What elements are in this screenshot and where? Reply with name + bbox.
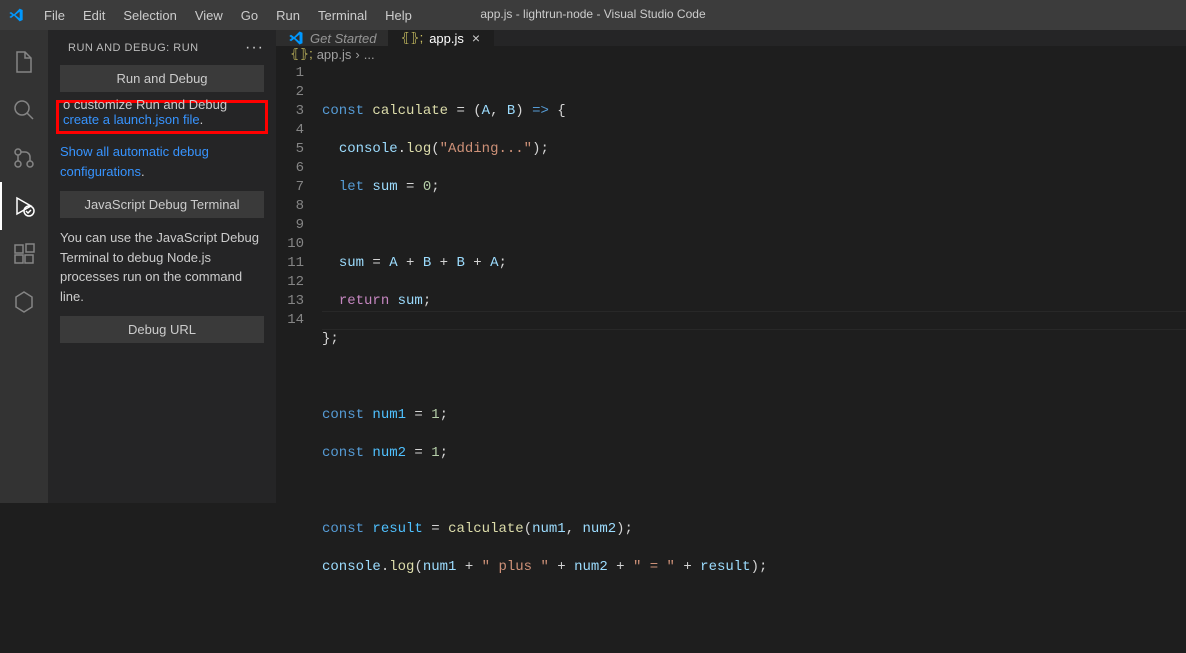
source-control-icon[interactable] [0, 134, 48, 182]
code-editor[interactable]: 1234567891011121314 const calculate = (A… [276, 62, 1186, 653]
sidebar-header: RUN AND DEBUG: RUN ··· [48, 30, 276, 65]
show-all-configs-link[interactable]: Show all automatic debug configurations [60, 144, 209, 179]
extensions-icon[interactable] [0, 230, 48, 278]
window-title: app.js - lightrun-node - Visual Studio C… [480, 7, 705, 21]
chevron-right-icon: › [355, 47, 359, 62]
titlebar: File Edit Selection View Go Run Terminal… [0, 0, 1186, 30]
js-debug-terminal-button[interactable]: JavaScript Debug Terminal [60, 191, 264, 218]
customize-text-fragment: o customize Run and Debug [63, 97, 261, 112]
menu-bar: File Edit Selection View Go Run Terminal… [36, 4, 420, 27]
menu-go[interactable]: Go [233, 4, 266, 27]
menu-terminal[interactable]: Terminal [310, 4, 375, 27]
tab-label: app.js [429, 31, 464, 46]
js-file-icon: ⦃⦄; [400, 30, 423, 46]
debug-url-button[interactable]: Debug URL [60, 316, 264, 343]
search-icon[interactable] [0, 86, 48, 134]
vscode-logo-icon [8, 7, 24, 23]
breadcrumb[interactable]: ⦃⦄; app.js › ... [276, 46, 1186, 62]
menu-edit[interactable]: Edit [75, 4, 113, 27]
js-terminal-description: You can use the JavaScript Debug Termina… [60, 228, 264, 306]
current-line-highlight [322, 311, 1186, 330]
more-actions-icon[interactable]: ··· [245, 39, 264, 57]
menu-file[interactable]: File [36, 4, 73, 27]
editor-area: Get Started ⦃⦄; app.js × ⦃⦄; app.js › ..… [276, 30, 1186, 503]
breadcrumb-file[interactable]: app.js [317, 47, 352, 62]
menu-help[interactable]: Help [377, 4, 420, 27]
sidebar-title: RUN AND DEBUG: RUN [68, 42, 199, 54]
create-launch-json-link[interactable]: create a launch.json file [63, 112, 200, 127]
highlighted-create-launch: o customize Run and Debug create a launc… [56, 100, 268, 134]
vscode-small-icon [288, 30, 304, 46]
tab-get-started[interactable]: Get Started [276, 30, 388, 46]
code-content[interactable]: const calculate = (A, B) => { console.lo… [322, 62, 1186, 653]
menu-selection[interactable]: Selection [115, 4, 184, 27]
line-gutter: 1234567891011121314 [276, 62, 322, 653]
close-tab-icon[interactable]: × [470, 30, 482, 46]
explorer-icon[interactable] [0, 38, 48, 86]
menu-run[interactable]: Run [268, 4, 308, 27]
tab-app-js[interactable]: ⦃⦄; app.js × [388, 30, 494, 46]
breadcrumb-rest[interactable]: ... [364, 47, 375, 62]
lightrun-icon[interactable] [0, 278, 48, 326]
sidebar-panel: RUN AND DEBUG: RUN ··· Run and Debug o c… [48, 30, 276, 503]
activity-bar [0, 30, 48, 503]
editor-tabs: Get Started ⦃⦄; app.js × [276, 30, 1186, 46]
run-and-debug-button[interactable]: Run and Debug [60, 65, 264, 92]
js-file-icon: ⦃⦄; [290, 46, 313, 62]
run-debug-icon[interactable] [0, 182, 48, 230]
menu-view[interactable]: View [187, 4, 231, 27]
tab-label: Get Started [310, 31, 376, 46]
